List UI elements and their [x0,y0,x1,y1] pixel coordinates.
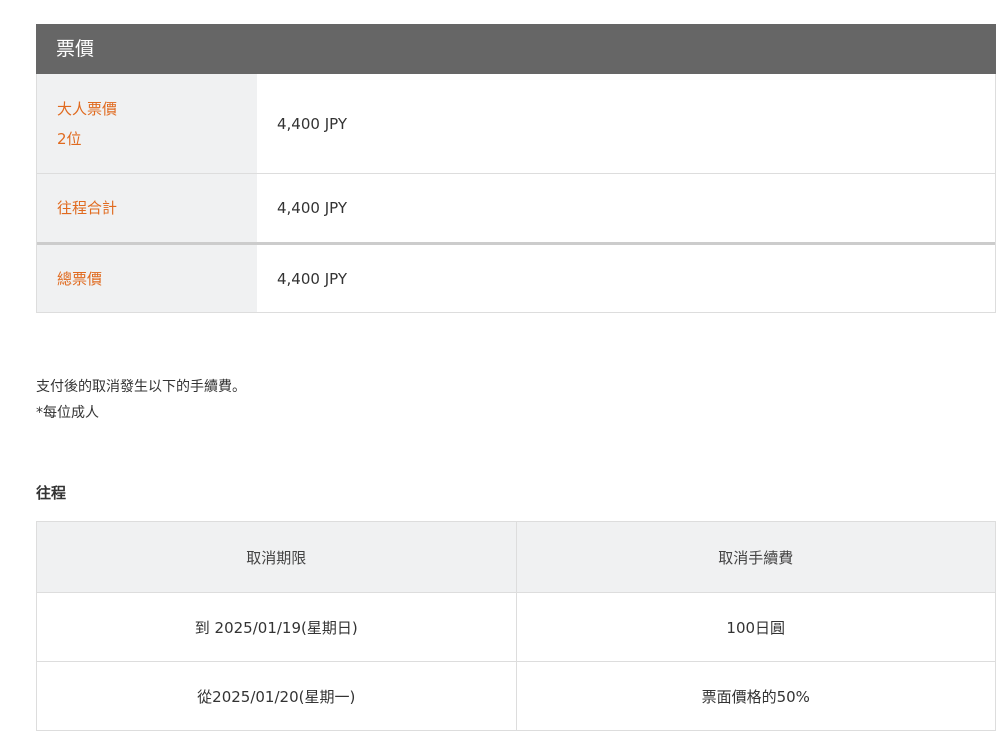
fare-label-outbound-total: 往程合計 [57,199,118,217]
fare-table: 大人票價 2位 4,400 JPY 往程合計 4,400 JPY 總票價 4,4… [36,74,996,313]
fare-value-adult: 4,400 JPY [277,114,348,133]
fee-cell: 票面價格的50% [515,662,996,730]
outbound-section-title: 往程 [36,484,67,502]
fare-section-header: 票價 [36,24,996,74]
fare-label-cell: 往程合計 [37,174,257,242]
fare-value-outbound-total: 4,400 JPY [277,199,348,217]
fare-label-cell: 總票價 [37,245,257,312]
fare-row-adult: 大人票價 2位 4,400 JPY [37,74,995,173]
fare-page: 票價 大人票價 2位 4,400 JPY 往程合計 4,400 JPY 總票價 … [0,0,1006,742]
column-header-deadline: 取消期限 [37,522,516,592]
fare-row-grand-total: 總票價 4,400 JPY [37,242,995,312]
fare-section-title: 票價 [56,38,95,60]
fare-passenger-count: 2位 [57,129,82,148]
deadline-cell: 到 2025/01/19(星期日) [194,618,358,637]
cancellation-notice: 支付後的取消發生以下的手續費。 *每位成人 [36,374,246,426]
table-row: 從2025/01/20(星期一) 票面價格的50% [37,661,995,730]
fare-row-outbound-total: 往程合計 4,400 JPY [37,173,995,242]
fare-value-grand-total: 4,400 JPY [277,269,348,288]
table-header-row: 取消期限 取消手續費 [37,522,995,592]
table-row: 到 2025/01/19(星期日) 100日圓 [37,592,995,661]
fare-label-grand-total: 總票價 [57,269,103,288]
fare-label-adult: 大人票價 [57,99,118,118]
fee-cell: 100日圓 [515,593,996,661]
deadline-cell: 從2025/01/20(星期一) [197,687,356,706]
fare-label-cell: 大人票價 2位 [37,74,257,173]
column-header-fee: 取消手續費 [515,522,995,592]
cancellation-fee-table: 取消期限 取消手續費 到 2025/01/19(星期日) 100日圓 從2025… [36,521,996,731]
cancellation-notice-note: *每位成人 [36,405,99,421]
cancellation-notice-text: 支付後的取消發生以下的手續費。 [36,379,246,395]
